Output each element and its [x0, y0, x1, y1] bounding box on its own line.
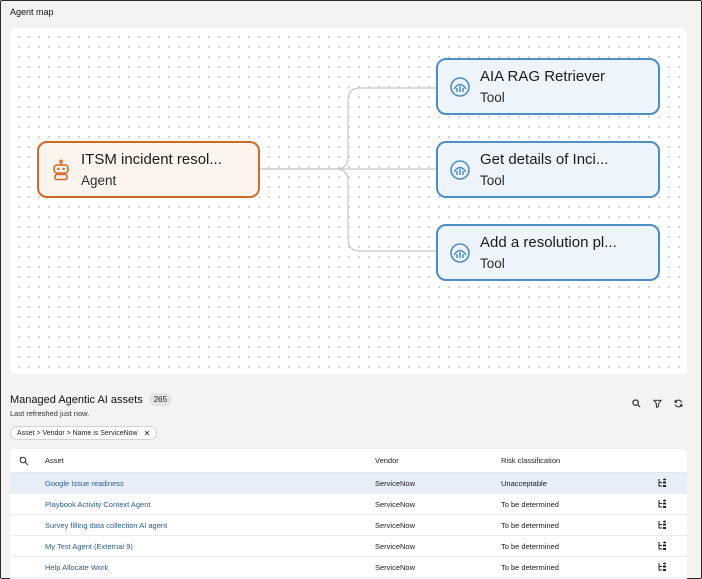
filter-button[interactable] [652, 398, 663, 409]
robot-icon [53, 159, 69, 180]
agent-map-title: Agent map [10, 7, 54, 17]
agent-name: ITSM incident resol... [81, 151, 222, 168]
table-row[interactable]: Survey filling data collection AI agent … [10, 515, 687, 536]
assets-table: Asset Vendor Risk classification Google … [10, 449, 687, 579]
tool-node-3[interactable]: Add a resolution pl... Tool [436, 224, 660, 281]
agent-map-canvas[interactable]: ITSM incident resol... Agent AIA RAG Ret… [10, 28, 687, 374]
column-header-risk[interactable]: Risk classification [501, 456, 560, 465]
asset-link[interactable]: Google Issue readiness [45, 479, 124, 488]
risk-cell: To be determined [501, 541, 559, 551]
risk-cell: To be determined [501, 499, 559, 509]
tool-name: AIA RAG Retriever [480, 68, 606, 85]
asset-link[interactable]: My Test Agent (External 9) [45, 542, 133, 551]
column-header-asset[interactable]: Asset [45, 456, 64, 465]
table-row[interactable]: Help Allocate Work ServiceNow To be dete… [10, 557, 687, 578]
tool-node-1[interactable]: AIA RAG Retriever Tool [436, 58, 660, 115]
last-refreshed-text: Last refreshed just now. [10, 409, 90, 418]
search-icon [632, 399, 641, 408]
refresh-icon [674, 399, 683, 408]
assets-section-title: Managed Agentic AI assets 265 [10, 393, 172, 406]
risk-cell: To be determined [501, 562, 559, 572]
hierarchy-icon[interactable] [657, 478, 667, 488]
vendor-cell: ServiceNow [375, 541, 416, 551]
asset-link[interactable]: Survey filling data collection AI agent [45, 521, 167, 530]
assets-toolbar [631, 398, 684, 409]
tool-type: Tool [480, 173, 505, 188]
hierarchy-icon[interactable] [657, 541, 667, 551]
vendor-cell: ServiceNow [375, 499, 416, 509]
hierarchy-icon[interactable] [657, 562, 667, 572]
tool-type: Tool [480, 90, 505, 105]
tool-node-2[interactable]: Get details of Inci... Tool [436, 141, 660, 198]
gauge-icon [450, 242, 470, 263]
close-icon[interactable]: ✕ [144, 429, 151, 438]
column-header-vendor[interactable]: Vendor [375, 456, 399, 465]
assets-title-text: Managed Agentic AI assets [10, 393, 143, 406]
vendor-cell: ServiceNow [375, 562, 416, 572]
refresh-button[interactable] [673, 398, 684, 409]
count-badge: 265 [149, 393, 172, 406]
table-row[interactable]: My Test Agent (External 9) ServiceNow To… [10, 536, 687, 557]
risk-cell: To be determined [501, 520, 559, 530]
gauge-icon [450, 159, 470, 180]
table-header: Asset Vendor Risk classification [10, 449, 687, 473]
hierarchy-icon[interactable] [657, 499, 667, 509]
filter-icon [653, 399, 662, 408]
tool-name: Add a resolution pl... [480, 234, 617, 251]
filter-chip[interactable]: Asset > Vendor > Name is ServiceNow ✕ [10, 426, 158, 440]
search-button[interactable] [631, 398, 642, 409]
agent-node[interactable]: ITSM incident resol... Agent [37, 141, 260, 198]
hierarchy-icon[interactable] [657, 520, 667, 530]
tool-name: Get details of Inci... [480, 151, 609, 168]
vendor-cell: ServiceNow [375, 478, 416, 488]
risk-cell: Unacceptable [501, 478, 547, 488]
gauge-icon [450, 76, 470, 97]
asset-link[interactable]: Help Allocate Work [45, 563, 108, 572]
vendor-cell: ServiceNow [375, 520, 416, 530]
asset-link[interactable]: Playbook Activity Context Agent [45, 500, 150, 509]
filter-chip-label: Asset > Vendor > Name is ServiceNow [17, 429, 138, 437]
app-window: Agent map ITSM incident resol... Agent A… [0, 0, 702, 579]
tool-type: Tool [480, 256, 505, 271]
column-search-icon[interactable] [19, 456, 29, 466]
agent-type: Agent [81, 173, 117, 188]
table-row[interactable]: Playbook Activity Context Agent ServiceN… [10, 494, 687, 515]
table-row[interactable]: Google Issue readiness ServiceNow Unacce… [10, 473, 687, 494]
